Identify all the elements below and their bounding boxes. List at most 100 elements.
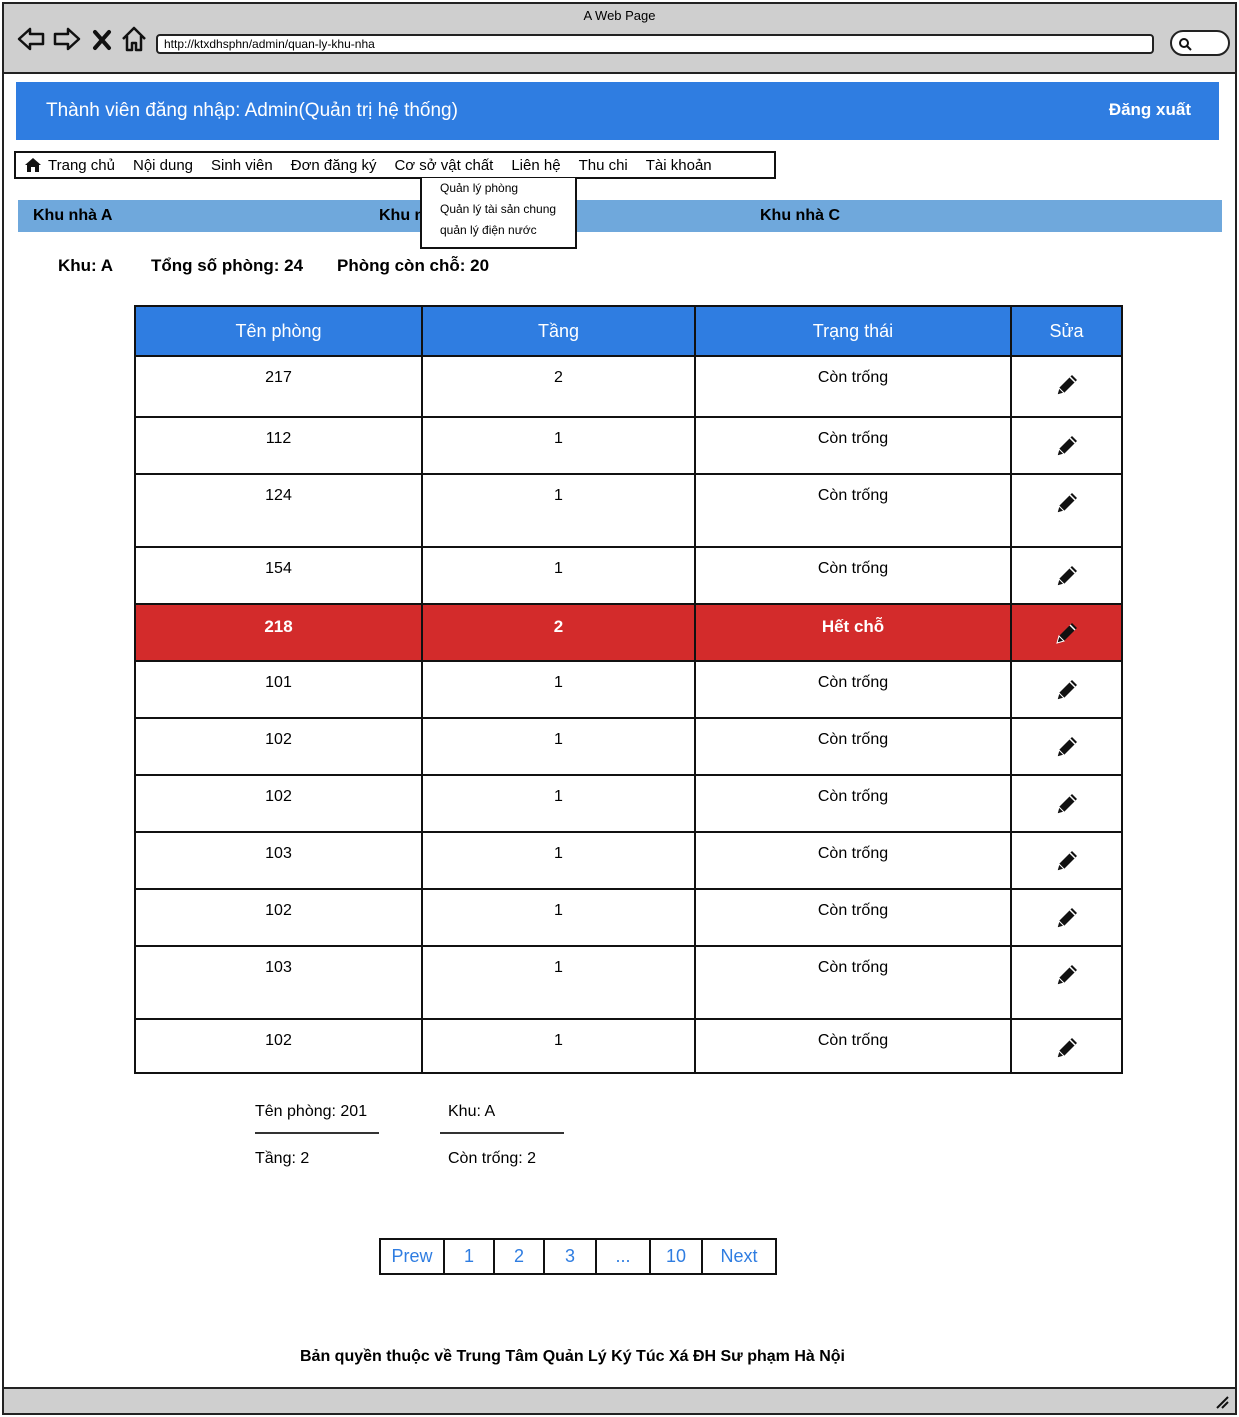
detail-room-name: Tên phòng: 201 xyxy=(255,1103,368,1120)
cell-edit xyxy=(1010,945,1123,1020)
summary-area: Khu: A xyxy=(58,256,114,275)
tab-area-c[interactable]: Khu nhà C xyxy=(760,207,840,225)
table-row: 102 1 Còn trống xyxy=(134,888,1123,947)
cell-room-name: 101 xyxy=(134,660,423,719)
dropdown-item-utilities[interactable]: quản lý điện nước xyxy=(422,220,575,241)
pencil-icon[interactable] xyxy=(1053,619,1081,647)
area-tabs: Khu nhà A Khu nhà B Khu nhà C xyxy=(18,200,1222,232)
resize-grip-icon[interactable] xyxy=(1213,1393,1229,1409)
browser-search[interactable] xyxy=(1170,30,1230,56)
pager-page-1[interactable]: 1 xyxy=(445,1240,495,1273)
cell-status: Còn trống xyxy=(694,473,1012,548)
pencil-icon[interactable] xyxy=(1053,790,1081,818)
pager-ellipsis: ... xyxy=(597,1240,651,1273)
cell-status: Còn trống xyxy=(694,717,1012,776)
cell-status: Còn trống xyxy=(694,546,1012,605)
menu-item-applications[interactable]: Đơn đăng ký xyxy=(282,157,386,174)
menu-item-content[interactable]: Nội dung xyxy=(124,157,202,174)
pencil-icon[interactable] xyxy=(1053,847,1081,875)
cell-status: Còn trống xyxy=(694,355,1012,418)
menu-item-finance[interactable]: Thu chi xyxy=(570,157,637,174)
cell-room-name: 154 xyxy=(134,546,423,605)
menu-item-students[interactable]: Sinh viên xyxy=(202,157,282,174)
menu-item-contact[interactable]: Liên hệ xyxy=(502,157,569,174)
cell-room-name: 218 xyxy=(134,603,423,662)
cell-edit xyxy=(1010,831,1123,890)
detail-floor: Tầng: 2 xyxy=(255,1150,310,1167)
table-row: 154 1 Còn trống xyxy=(134,546,1123,605)
pencil-icon[interactable] xyxy=(1053,1034,1081,1062)
header-status[interactable]: Trạng thái xyxy=(694,305,1012,357)
cell-edit xyxy=(1010,717,1123,776)
table-row: 103 1 Còn trống xyxy=(134,831,1123,890)
cell-room-name: 103 xyxy=(134,945,423,1020)
cell-status: Còn trống xyxy=(694,416,1012,475)
cell-edit xyxy=(1010,603,1123,662)
pager-prev[interactable]: Prew xyxy=(381,1240,445,1273)
cell-room-name: 103 xyxy=(134,831,423,890)
forward-arrow-icon[interactable] xyxy=(52,24,82,54)
cell-edit xyxy=(1010,546,1123,605)
back-arrow-icon[interactable] xyxy=(16,24,46,54)
dropdown-item-shared-assets[interactable]: Quản lý tài sản chung xyxy=(422,199,575,220)
rooms-table: Tên phòng Tầng Trạng thái Sửa 217 2 Còn tr… xyxy=(134,305,1123,1074)
pencil-icon[interactable] xyxy=(1053,961,1081,989)
cell-floor: 1 xyxy=(421,888,696,947)
detail-divider xyxy=(255,1132,379,1134)
table-row: 101 1 Còn trống xyxy=(134,660,1123,719)
pencil-icon[interactable] xyxy=(1053,432,1081,460)
cell-floor: 1 xyxy=(421,660,696,719)
menu-item-facilities[interactable]: Cơ sở vật chất xyxy=(385,157,502,174)
header-room-name[interactable]: Tên phòng xyxy=(134,305,423,357)
pager-next[interactable]: Next xyxy=(703,1240,775,1273)
header-floor[interactable]: Tầng xyxy=(421,305,696,357)
cell-floor: 1 xyxy=(421,831,696,890)
summary-total-rooms: Tổng số phòng: 24 xyxy=(151,256,304,275)
cell-status: Còn trống xyxy=(694,945,1012,1020)
home-icon[interactable] xyxy=(119,24,149,54)
pencil-icon[interactable] xyxy=(1053,489,1081,517)
cell-status: Còn trống xyxy=(694,660,1012,719)
detail-available: Còn trống: 2 xyxy=(448,1150,537,1167)
detail-area: Khu: A xyxy=(448,1103,496,1120)
browser-chrome: A Web Page http://ktxdhsphn/admin/quan-l… xyxy=(4,4,1235,74)
cell-edit xyxy=(1010,473,1123,548)
menu-item-accounts[interactable]: Tài khoản xyxy=(637,157,721,174)
cell-floor: 1 xyxy=(421,945,696,1020)
pencil-icon[interactable] xyxy=(1053,904,1081,932)
close-icon[interactable] xyxy=(90,24,114,54)
table-row: 124 1 Còn trống xyxy=(134,473,1123,548)
pager-page-3[interactable]: 3 xyxy=(545,1240,597,1273)
logout-link[interactable]: Đăng xuất xyxy=(1109,100,1191,120)
cell-floor: 1 xyxy=(421,416,696,475)
top-header: Thành viên đăng nhập: Admin(Quản trị hệ … xyxy=(16,82,1219,140)
table-row: 102 1 Còn trống xyxy=(134,774,1123,833)
table-row: 217 2 Còn trống xyxy=(134,355,1123,418)
cell-edit xyxy=(1010,774,1123,833)
url-bar[interactable]: http://ktxdhsphn/admin/quan-ly-khu-nha xyxy=(156,34,1154,54)
pencil-icon[interactable] xyxy=(1053,562,1081,590)
tab-area-a[interactable]: Khu nhà A xyxy=(33,207,112,225)
cell-room-name: 102 xyxy=(134,888,423,947)
cell-floor: 1 xyxy=(421,1018,696,1074)
cell-floor: 1 xyxy=(421,546,696,605)
pencil-icon[interactable] xyxy=(1053,733,1081,761)
search-icon xyxy=(1179,38,1192,51)
pencil-icon[interactable] xyxy=(1053,371,1081,399)
cell-edit xyxy=(1010,1018,1123,1074)
cell-room-name: 112 xyxy=(134,416,423,475)
cell-floor: 1 xyxy=(421,774,696,833)
menu-item-home[interactable]: Trang chủ xyxy=(16,157,124,174)
cell-room-name: 102 xyxy=(134,774,423,833)
table-row: 112 1 Còn trống xyxy=(134,416,1123,475)
pager-page-10[interactable]: 10 xyxy=(651,1240,703,1273)
table-row: 218 2 Hết chỗ xyxy=(134,603,1123,662)
header-edit: Sửa xyxy=(1010,305,1123,357)
pencil-icon[interactable] xyxy=(1053,676,1081,704)
cell-floor: 1 xyxy=(421,717,696,776)
menu-item-label: Trang chủ xyxy=(48,156,115,174)
dropdown-item-rooms[interactable]: Quản lý phòng xyxy=(422,178,575,199)
pager-page-2[interactable]: 2 xyxy=(495,1240,545,1273)
status-bar xyxy=(4,1387,1235,1413)
table-row: 102 1 Còn trống xyxy=(134,1018,1123,1074)
